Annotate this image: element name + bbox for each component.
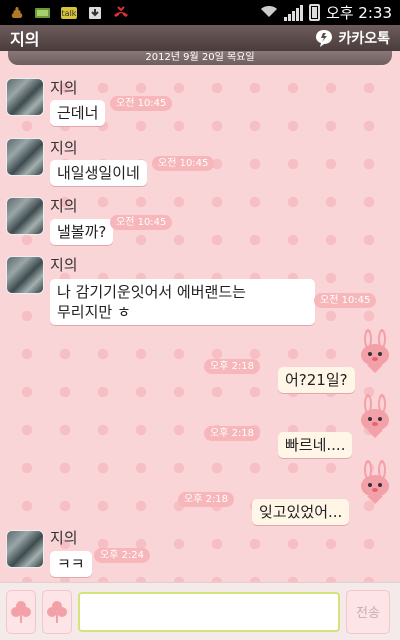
incoming-message[interactable]: 근데너 bbox=[50, 100, 106, 126]
wifi-icon bbox=[260, 4, 278, 22]
message-time: 오전 10:45 bbox=[110, 215, 173, 230]
clover-icon bbox=[47, 600, 67, 623]
avatar[interactable] bbox=[7, 79, 43, 115]
send-button[interactable]: 전송 bbox=[346, 589, 390, 634]
emoticon-button[interactable] bbox=[6, 589, 36, 634]
avatar[interactable] bbox=[7, 257, 43, 293]
message-time: 오후 2:18 bbox=[204, 359, 261, 374]
avatar[interactable] bbox=[7, 198, 43, 234]
bunny-profile-icon[interactable] bbox=[357, 460, 393, 504]
clock: 오후 2:33 bbox=[325, 4, 392, 22]
incoming-message[interactable]: 내일생일이네 bbox=[50, 160, 147, 186]
message-line: 나 감기기운잇어서 에버랜드는 bbox=[57, 283, 246, 301]
outgoing-message[interactable]: 빠르네.... bbox=[278, 432, 353, 458]
bunny-profile-icon[interactable] bbox=[357, 394, 393, 438]
message-time: 오전 10:45 bbox=[314, 293, 377, 308]
chat-area[interactable]: 2012년 9월 20일 목요일 지의 근데너 오전 10:45 지의 내일생일… bbox=[0, 51, 400, 582]
poop-icon bbox=[8, 5, 26, 21]
battery-icon bbox=[308, 4, 320, 21]
svg-text:talk: talk bbox=[62, 9, 77, 18]
bunny-profile-icon[interactable] bbox=[357, 329, 393, 373]
message-time: 오후 2:18 bbox=[204, 426, 261, 441]
status-bar: talk 오후 2:33 bbox=[0, 0, 400, 25]
sender-name: 지의 bbox=[50, 197, 78, 215]
message-time: 오전 10:45 bbox=[152, 156, 215, 171]
message-line: 무리지만 ㅎ bbox=[57, 303, 131, 321]
clover-icon bbox=[11, 600, 31, 623]
chat-header: 지의 카카오톡 bbox=[0, 25, 400, 51]
kakaotalk-brand: 카카오톡 bbox=[314, 28, 390, 48]
sender-name: 지의 bbox=[50, 79, 78, 97]
sender-name: 지의 bbox=[50, 256, 78, 274]
sender-name: 지의 bbox=[50, 139, 78, 157]
battery-app-icon bbox=[34, 5, 52, 21]
message-input-bar: 전송 bbox=[0, 582, 400, 640]
date-divider: 2012년 9월 20일 목요일 bbox=[8, 51, 392, 65]
avatar[interactable] bbox=[7, 531, 43, 567]
incoming-message[interactable]: ㅋㅋ bbox=[50, 551, 92, 577]
chat-title: 지의 bbox=[10, 30, 40, 49]
kakaotalk-logo-icon bbox=[316, 30, 333, 47]
message-time: 오후 2:24 bbox=[94, 548, 151, 563]
outgoing-message[interactable]: 어?21일? bbox=[278, 367, 355, 393]
message-input[interactable] bbox=[78, 591, 340, 632]
missed-call-icon bbox=[112, 5, 130, 21]
outgoing-message[interactable]: 잊고있었어... bbox=[252, 499, 350, 525]
sender-name: 지의 bbox=[50, 529, 78, 547]
incoming-message[interactable]: 낼볼까? bbox=[50, 219, 114, 245]
incoming-message[interactable]: 나 감기기운잇어서 에버랜드는 무리지만 ㅎ bbox=[50, 279, 315, 325]
avatar[interactable] bbox=[7, 139, 43, 175]
talk-icon: talk bbox=[60, 5, 78, 21]
sticker-button[interactable] bbox=[42, 589, 72, 634]
download-icon bbox=[86, 5, 104, 21]
signal-icon bbox=[283, 4, 303, 21]
message-time: 오전 10:45 bbox=[110, 96, 173, 111]
brand-label: 카카오톡 bbox=[338, 31, 390, 47]
message-time: 오후 2:18 bbox=[178, 492, 235, 507]
